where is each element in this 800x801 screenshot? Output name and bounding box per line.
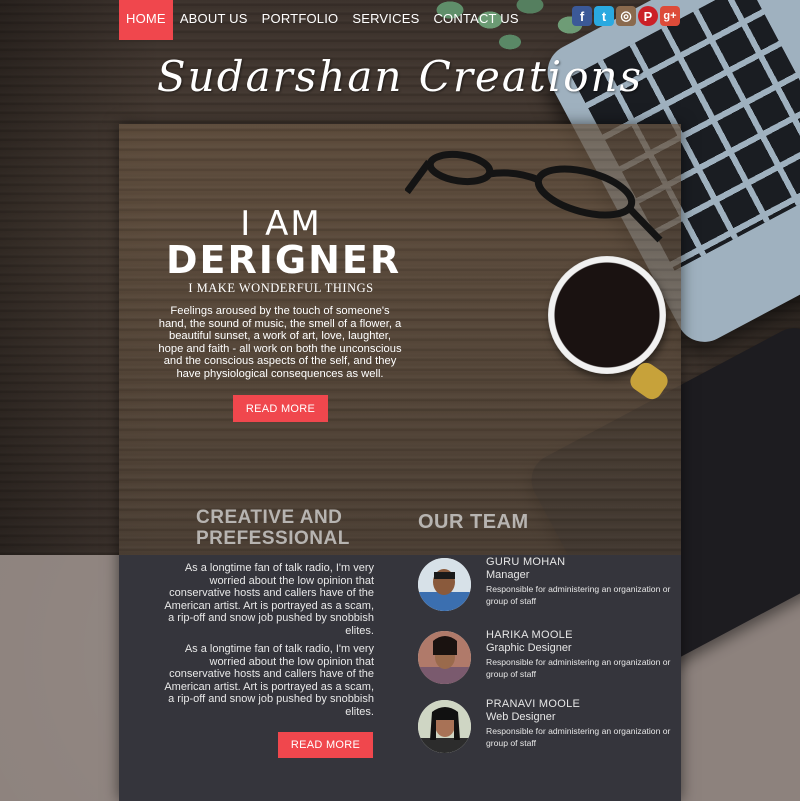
twitter-icon[interactable]: t [594, 6, 614, 26]
team-heading: OUR TEAM [418, 511, 529, 533]
team-member: GURU MOHAN Manager Responsible for admin… [418, 556, 680, 612]
nav-about-us[interactable]: ABOUT US [173, 0, 255, 40]
avatar [418, 558, 471, 611]
member-role: Manager [486, 569, 530, 581]
creative-paragraph-2: As a longtime fan of talk radio, I'm ver… [164, 643, 374, 718]
member-role: Web Designer [486, 711, 556, 723]
member-name: GURU MOHAN [486, 556, 566, 568]
brand-logo: Sudarshan Creations [156, 52, 644, 101]
creative-heading: CREATIVE AND PREFESSIONAL [196, 507, 350, 549]
member-description: Responsible for administering an organiz… [486, 584, 671, 606]
facebook-icon[interactable]: f [572, 6, 592, 26]
member-name: HARIKA MOOLE [486, 629, 573, 641]
creative-read-more-button[interactable]: READ MORE [278, 732, 373, 758]
nav-home[interactable]: HOME [119, 0, 173, 40]
instagram-icon[interactable]: ◎ [616, 6, 636, 26]
team-member: HARIKA MOOLE Graphic Designer Responsibl… [418, 629, 680, 685]
team-member: PRANAVI MOOLE Web Designer Responsible f… [418, 698, 680, 754]
hero-text: Feelings aroused by the touch of someone… [158, 305, 402, 380]
creative-paragraph-1: As a longtime fan of talk radio, I'm ver… [164, 562, 374, 637]
member-description: Responsible for administering an organiz… [486, 726, 671, 748]
avatar [418, 631, 471, 684]
glasses-image [405, 150, 663, 243]
avatar [418, 700, 471, 753]
member-name: PRANAVI MOOLE [486, 698, 581, 710]
google-plus-icon[interactable]: g+ [660, 6, 680, 26]
nav-portfolio[interactable]: PORTFOLIO [255, 0, 346, 40]
coffee-cup-image [548, 256, 666, 374]
member-description: Responsible for administering an organiz… [486, 657, 671, 679]
nav-services[interactable]: SERVICES [345, 0, 426, 40]
hero-read-more-button[interactable]: READ MORE [233, 395, 328, 422]
pinterest-icon[interactable]: P [638, 6, 658, 26]
main-nav: HOME ABOUT US PORTFOLIO SERVICES CONTACT… [119, 0, 526, 40]
hero-title-line2: DERIGNER [166, 238, 402, 282]
member-role: Graphic Designer [486, 642, 572, 654]
hero-subtitle: I MAKE WONDERFUL THINGS [188, 281, 374, 295]
social-links: f t ◎ P g+ [572, 6, 680, 26]
nav-contact-us[interactable]: CONTACT US [426, 0, 525, 40]
